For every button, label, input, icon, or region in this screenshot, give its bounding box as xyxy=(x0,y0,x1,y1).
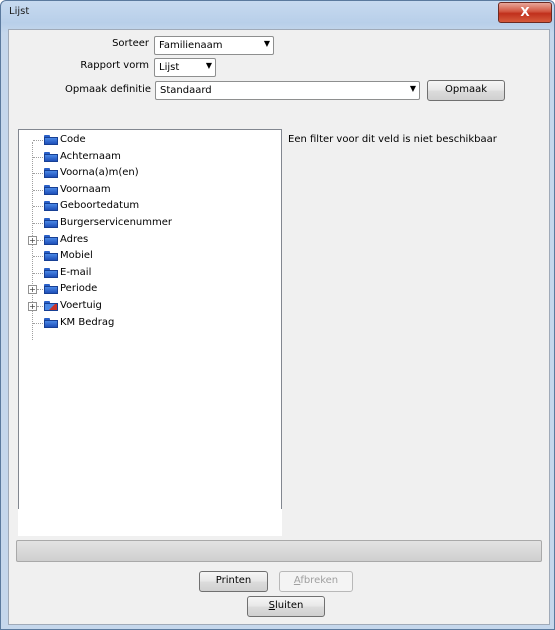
chevron-down-icon: ▼ xyxy=(263,39,270,48)
tree-item[interactable]: Code xyxy=(19,133,269,147)
sorteer-select[interactable]: Familienaam ▼ xyxy=(154,36,274,55)
tree-connector xyxy=(33,206,43,208)
tree-item-label: Code xyxy=(60,134,86,145)
field-tree: Code Achternaam Voorna(a)m(en) Voornaam Gebo… xyxy=(18,129,282,510)
tree-item[interactable]: Burgerservicenummer xyxy=(19,216,269,230)
tree-connector xyxy=(33,256,43,258)
expand-icon[interactable]: + xyxy=(28,235,37,245)
tree-footer-area xyxy=(18,509,282,536)
tree-item-label: Periode xyxy=(60,283,98,295)
tree-item-label: KM Bedrag xyxy=(60,316,115,328)
chevron-down-icon: ▼ xyxy=(409,84,416,93)
opmaak-button[interactable]: Opmaak xyxy=(427,80,505,101)
afbreken-button[interactable]: Afbreken xyxy=(279,571,353,592)
window-title: Lijst xyxy=(9,6,30,17)
folder-icon xyxy=(44,168,58,179)
sorteer-label: Sorteer xyxy=(112,38,149,49)
chevron-down-icon: ▼ xyxy=(205,61,212,70)
opmaak-definitie-select[interactable]: Standaard ▼ xyxy=(155,81,420,100)
tree-item[interactable]: Voorna(a)m(en) xyxy=(19,166,269,180)
folder-icon xyxy=(44,184,58,195)
tree-connector xyxy=(33,156,43,158)
tree-item-label: Burgerservicenummer xyxy=(60,217,172,228)
expand-icon[interactable]: + xyxy=(28,302,37,311)
tree-connector xyxy=(33,173,43,175)
progress-bar xyxy=(16,540,542,562)
tree-item[interactable]: E-mail xyxy=(19,266,269,280)
tree-connector xyxy=(33,140,43,141)
folder-icon xyxy=(44,234,58,245)
folder-icon xyxy=(44,317,58,328)
dialog-body: Sorteer Familienaam ▼ Rapport vorm Lijst… xyxy=(8,29,550,625)
tree-item-label: Geboortedatum xyxy=(60,200,140,212)
tree-item[interactable]: + Periode xyxy=(19,282,269,296)
folder-icon xyxy=(44,201,58,212)
dialog-window: Lijst X Sorteer Familienaam ▼ Rapport vo… xyxy=(0,0,555,630)
tree-item[interactable]: + Adres xyxy=(19,233,269,247)
tree-connector xyxy=(33,223,43,224)
close-button[interactable]: X xyxy=(498,2,552,23)
sluiten-button[interactable]: Sluiten xyxy=(247,596,325,617)
tree-connector xyxy=(37,306,43,307)
tree-item-label: Voertuig xyxy=(60,300,102,311)
opmaak-definitie-label: Opmaak definitie xyxy=(65,84,151,95)
printen-button[interactable]: Printen xyxy=(199,571,268,592)
tree-connector xyxy=(33,189,43,191)
folder-icon xyxy=(44,135,58,145)
expand-icon[interactable]: + xyxy=(28,285,37,295)
tree-item-label: Mobiel xyxy=(60,250,93,262)
tree-item-label: Voorna(a)m(en) xyxy=(60,167,139,179)
tree-item[interactable]: + Voertuig xyxy=(19,299,269,313)
opmaak-definitie-value: Standaard xyxy=(160,85,212,96)
folder-car-icon xyxy=(44,301,58,311)
title-bar[interactable]: Lijst X xyxy=(1,1,554,25)
afbreken-label: fbreken xyxy=(300,575,339,586)
rapport-vorm-value: Lijst xyxy=(159,62,180,73)
tree-connector xyxy=(33,272,43,274)
rapport-vorm-select[interactable]: Lijst ▼ xyxy=(154,58,216,77)
tree-connector xyxy=(37,239,43,241)
tree-connector xyxy=(33,322,43,324)
tree-item[interactable]: KM Bedrag xyxy=(19,316,269,330)
tree-item[interactable]: Geboortedatum xyxy=(19,199,269,213)
tree-item[interactable]: Mobiel xyxy=(19,249,269,263)
folder-icon xyxy=(44,151,58,162)
folder-icon xyxy=(44,218,58,228)
folder-icon xyxy=(44,251,58,262)
tree-item[interactable]: Voornaam xyxy=(19,183,269,197)
tree-item-label: Voornaam xyxy=(60,183,111,195)
rapport-vorm-label: Rapport vorm xyxy=(80,60,149,71)
sluiten-label: luiten xyxy=(275,600,304,611)
tree-item-label: Achternaam xyxy=(60,150,121,162)
tree-item-label: Adres xyxy=(60,233,89,245)
folder-icon xyxy=(44,284,58,295)
tree-connector xyxy=(37,289,43,291)
sorteer-value: Familienaam xyxy=(159,40,223,51)
folder-icon xyxy=(44,267,58,278)
tree-item-label: E-mail xyxy=(60,266,92,278)
filter-message: Een filter voor dit veld is niet beschik… xyxy=(288,134,497,145)
tree-item[interactable]: Achternaam xyxy=(19,150,269,164)
